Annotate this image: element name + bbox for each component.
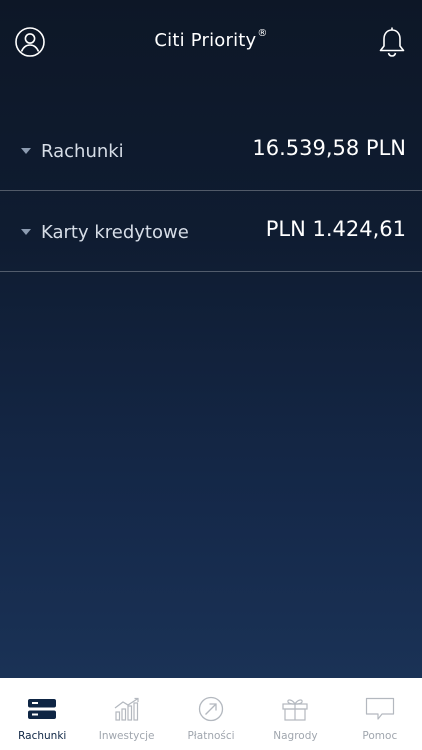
registered-mark: ® [257,28,268,39]
tab-bar: Rachunki Inwestycje Płatności Nagrody Po… [0,678,422,750]
app-title: Citi Priority [154,30,257,51]
credit-cards-row[interactable]: Karty kredytowe PLN 1.424,61 [0,191,422,272]
tab-nagrody[interactable]: Nagrody [253,678,337,750]
tab-inwestycje[interactable]: Inwestycje [84,678,168,750]
bell-icon [379,27,405,57]
accounts-amount: 16.539,58 PLN [252,136,406,160]
caret-down-icon [21,148,31,154]
chat-icon [365,697,394,720]
app-header: Citi Priority® [0,0,422,84]
accounts-icon [28,699,57,719]
tab-label: Rachunki [18,730,67,742]
investments-icon [114,697,139,721]
notifications-button[interactable] [372,22,412,62]
tab-pomoc[interactable]: Pomoc [338,678,422,750]
main-screen: Citi Priority® Rachunki 16.539,58 PLN Ka… [0,0,422,678]
tab-rachunki[interactable]: Rachunki [0,678,84,750]
credit-cards-label: Karty kredytowe [41,222,189,243]
tab-label: Pomoc [362,730,398,742]
accounts-label: Rachunki [41,141,124,162]
caret-down-icon [21,229,31,235]
tab-label: Płatności [187,730,235,742]
gift-icon [282,699,309,721]
accounts-row[interactable]: Rachunki 16.539,58 PLN [0,110,422,191]
tab-label: Inwestycje [98,730,155,742]
credit-cards-amount: PLN 1.424,61 [265,217,406,241]
payments-icon [198,696,224,722]
tab-label: Nagrody [273,730,318,742]
tab-platnosci[interactable]: Płatności [169,678,253,750]
page-title: Citi Priority® [0,28,422,51]
